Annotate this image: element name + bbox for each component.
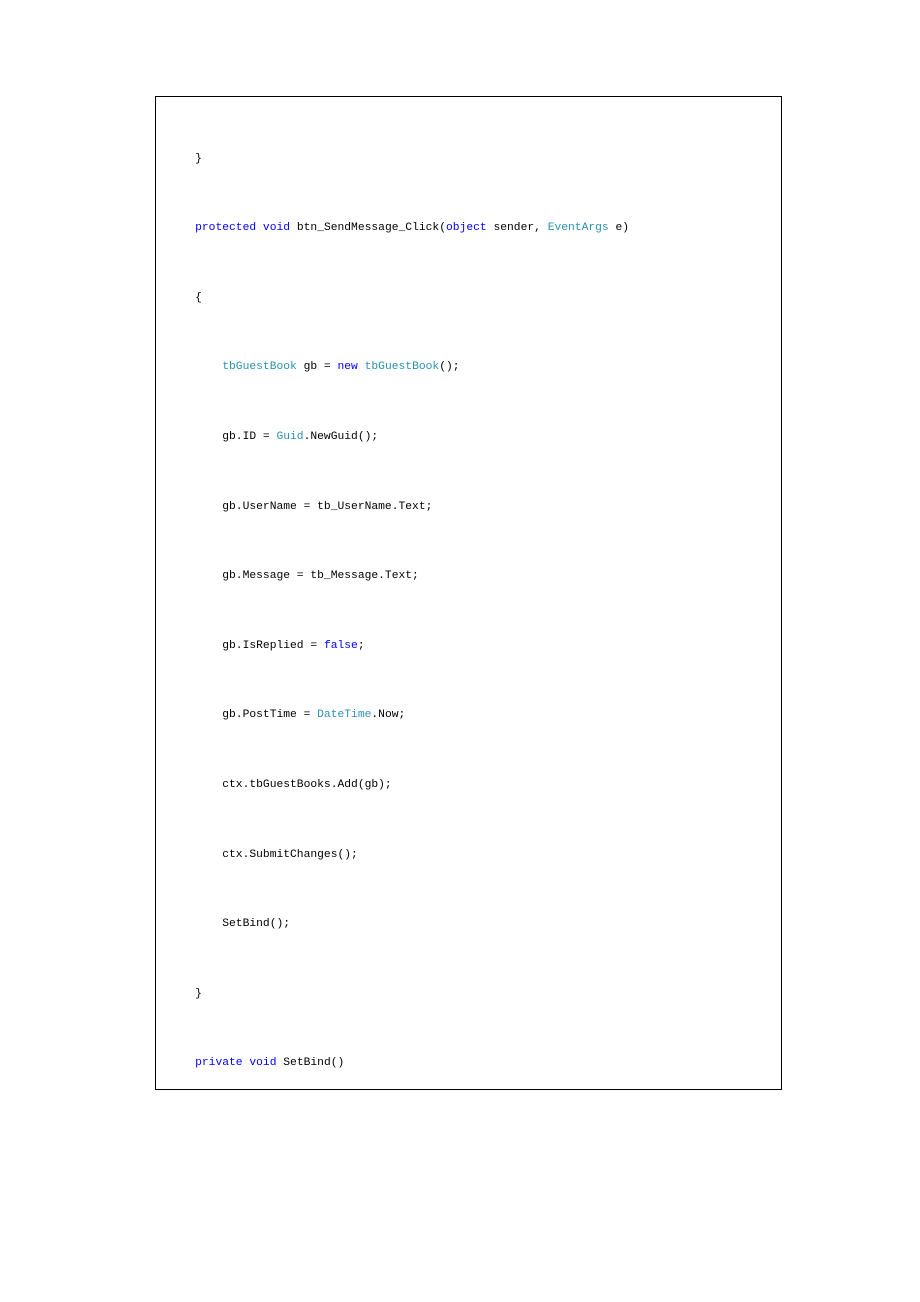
code-line: gb.ID = Guid.NewGuid();: [168, 430, 769, 445]
blank-line: [168, 665, 769, 697]
code-container: } protected void btn_SendMessage_Click(o…: [155, 96, 782, 1090]
code-line: gb.Message = tb_Message.Text;: [168, 569, 769, 584]
blank-line: [168, 108, 769, 140]
blank-line: [168, 178, 769, 210]
blank-line: [168, 595, 769, 627]
keyword: void: [263, 222, 290, 234]
code-line: gb.IsReplied = false;: [168, 639, 769, 654]
code-line: gb.UserName = tb_UserName.Text;: [168, 500, 769, 515]
type-name: DateTime: [317, 709, 371, 721]
code-line: }: [168, 987, 769, 1002]
code-line: tbGuestBook gb = new tbGuestBook();: [168, 360, 769, 375]
blank-line: [168, 735, 769, 767]
blank-line: [168, 874, 769, 906]
type-name: EventArgs: [548, 222, 609, 234]
blank-line: [168, 804, 769, 836]
blank-line: [168, 1013, 769, 1045]
blank-line: [168, 1083, 769, 1090]
type-name: tbGuestBook: [222, 361, 297, 373]
keyword: object: [446, 222, 487, 234]
blank-line: [168, 526, 769, 558]
blank-line: [168, 247, 769, 279]
code-line: private void SetBind(): [168, 1056, 769, 1071]
blank-line: [168, 943, 769, 975]
code-line: SetBind();: [168, 917, 769, 932]
blank-line: [168, 387, 769, 419]
keyword: false: [324, 640, 358, 652]
type-name: tbGuestBook: [365, 361, 440, 373]
blank-line: [168, 317, 769, 349]
keyword: void: [249, 1057, 276, 1069]
code-block: } protected void btn_SendMessage_Click(o…: [156, 97, 781, 1090]
code-line: gb.PostTime = DateTime.Now;: [168, 708, 769, 723]
blank-line: [168, 456, 769, 488]
type-name: Guid: [276, 431, 303, 443]
keyword: private: [195, 1057, 242, 1069]
page: } protected void btn_SendMessage_Click(o…: [0, 0, 920, 1302]
code-line: ctx.SubmitChanges();: [168, 848, 769, 863]
keyword: new: [338, 361, 358, 373]
code-line: }: [168, 152, 769, 167]
keyword: protected: [195, 222, 256, 234]
code-line: ctx.tbGuestBooks.Add(gb);: [168, 778, 769, 793]
code-line: {: [168, 291, 769, 306]
code-line: protected void btn_SendMessage_Click(obj…: [168, 221, 769, 236]
